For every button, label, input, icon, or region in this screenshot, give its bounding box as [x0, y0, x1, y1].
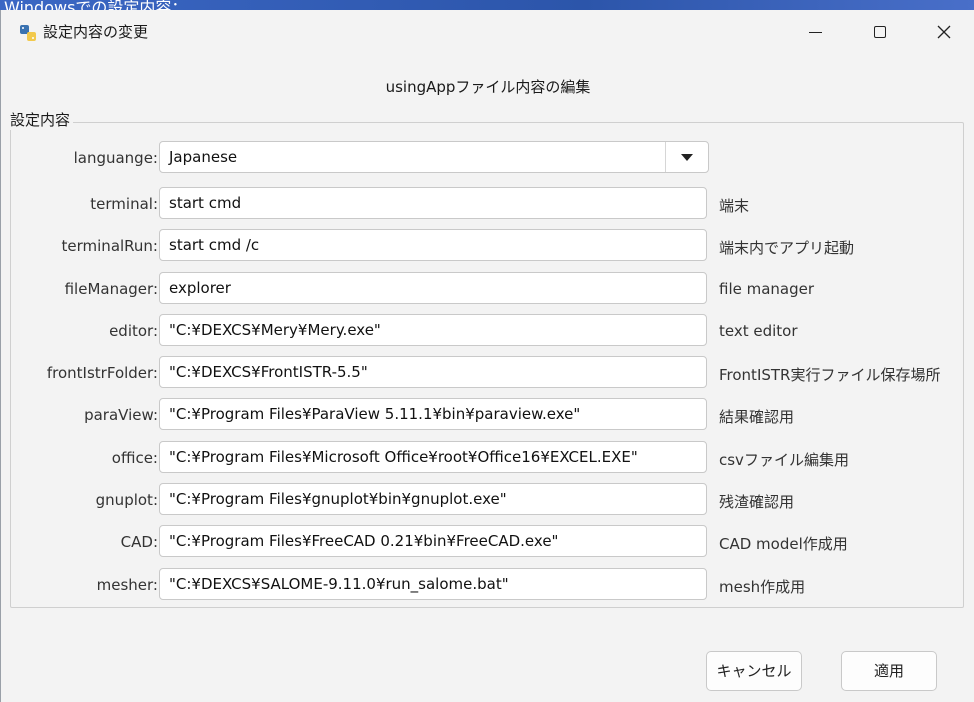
setting-label: terminalRun:	[61, 237, 158, 255]
maximize-icon	[874, 26, 886, 38]
setting-note: CAD model作成用	[719, 535, 848, 553]
setting-row-paraview: paraView: "C:¥Program Files¥ParaView 5.1…	[1, 397, 974, 431]
python-icon	[20, 25, 36, 41]
settings-dialog: 設定内容の変更 usingAppファイル内容の編集 設定内容 languange…	[0, 10, 974, 702]
setting-row-terminal: terminal: start cmd 端末	[1, 186, 974, 220]
setting-note: file manager	[719, 280, 815, 298]
setting-label: mesher:	[96, 576, 158, 594]
language-dropdown-button[interactable]	[665, 142, 708, 172]
language-row: languange: Japanese	[1, 140, 974, 174]
cancel-button[interactable]: キャンセル	[706, 651, 802, 691]
setting-row-file-manager: fileManager: explorer file manager	[1, 271, 974, 305]
setting-label: CAD:	[120, 533, 158, 551]
file-manager-input[interactable]: explorer	[159, 272, 707, 304]
close-button[interactable]	[921, 16, 967, 48]
close-icon	[937, 25, 951, 39]
setting-label: terminal:	[90, 195, 158, 213]
setting-label: fileManager:	[64, 280, 158, 298]
mesher-input[interactable]: "C:¥DEXCS¥SALOME-9.11.0¥run_salome.bat"	[159, 568, 707, 600]
setting-label: gnuplot:	[95, 491, 158, 509]
setting-row-terminal-run: terminalRun: start cmd /c 端末内でアプリ起動	[1, 228, 974, 262]
setting-label: frontIstrFolder:	[46, 364, 158, 382]
language-label: languange:	[73, 149, 158, 167]
language-select[interactable]: Japanese	[159, 141, 709, 173]
setting-note: csvファイル編集用	[719, 451, 849, 469]
setting-row-mesher: mesher: "C:¥DEXCS¥SALOME-9.11.0¥run_salo…	[1, 567, 974, 601]
editor-input[interactable]: "C:¥DEXCS¥Mery¥Mery.exe"	[159, 314, 707, 346]
setting-row-frontistr-folder: frontIstrFolder: "C:¥DEXCS¥FrontISTR-5.5…	[1, 355, 974, 389]
terminal-run-input[interactable]: start cmd /c	[159, 229, 707, 261]
terminal-input[interactable]: start cmd	[159, 187, 707, 219]
setting-note: mesh作成用	[719, 578, 806, 596]
setting-label: paraView:	[84, 406, 158, 424]
setting-note: text editor	[719, 322, 798, 340]
window-title: 設定内容の変更	[43, 23, 149, 41]
maximize-button[interactable]	[857, 16, 903, 48]
minimize-icon	[808, 31, 822, 33]
setting-note: 端末	[719, 197, 750, 215]
cad-input[interactable]: "C:¥Program Files¥FreeCAD 0.21¥bin¥FreeC…	[159, 525, 707, 557]
setting-row-office: office: "C:¥Program Files¥Microsoft Offi…	[1, 440, 974, 474]
setting-note: 残渣確認用	[719, 493, 795, 511]
chevron-down-icon	[681, 153, 693, 161]
setting-note: 結果確認用	[719, 408, 795, 426]
group-title: 設定内容	[10, 109, 74, 130]
setting-row-gnuplot: gnuplot: "C:¥Program Files¥gnuplot¥bin¥g…	[1, 482, 974, 516]
apply-button[interactable]: 適用	[841, 651, 937, 691]
setting-label: office:	[111, 449, 158, 467]
minimize-button[interactable]	[792, 16, 838, 48]
setting-note: FrontISTR実行ファイル保存場所	[719, 366, 941, 384]
gnuplot-input[interactable]: "C:¥Program Files¥gnuplot¥bin¥gnuplot.ex…	[159, 483, 707, 515]
frontistr-folder-input[interactable]: "C:¥DEXCS¥FrontISTR-5.5"	[159, 356, 707, 388]
setting-note: 端末内でアプリ起動	[719, 239, 855, 257]
setting-label: editor:	[109, 322, 158, 340]
dialog-heading: usingAppファイル内容の編集	[385, 78, 591, 96]
paraview-input[interactable]: "C:¥Program Files¥ParaView 5.11.1¥bin¥pa…	[159, 398, 707, 430]
setting-row-cad: CAD: "C:¥Program Files¥FreeCAD 0.21¥bin¥…	[1, 524, 974, 558]
office-input[interactable]: "C:¥Program Files¥Microsoft Office¥root¥…	[159, 441, 707, 473]
setting-row-editor: editor: "C:¥DEXCS¥Mery¥Mery.exe" text ed…	[1, 313, 974, 347]
title-bar[interactable]: 設定内容の変更	[1, 10, 974, 58]
